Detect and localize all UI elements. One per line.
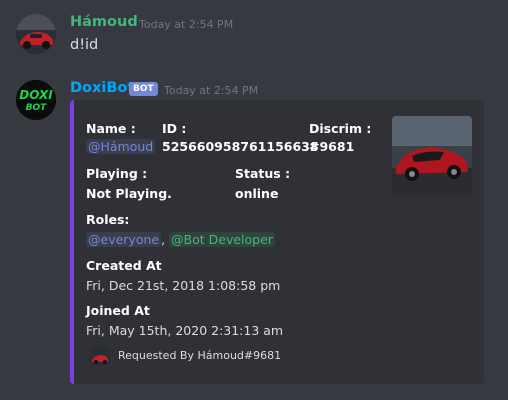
footer-text: Requested By Hámoud#9681	[118, 349, 282, 362]
author-name[interactable]: Hámoud	[70, 14, 138, 30]
playing-label: Playing :	[86, 166, 148, 181]
playing-value: Not Playing.	[86, 186, 172, 201]
red-mustang-car-thumbnail[interactable]	[392, 116, 472, 196]
id-value: 525660958761156638	[162, 139, 319, 154]
discrim-label: Discrim :	[309, 121, 372, 136]
role-everyone[interactable]: @everyone	[86, 232, 162, 247]
status-value: online	[235, 186, 279, 201]
joined-value: Fri, May 15th, 2020 2:31:13 am	[86, 323, 284, 338]
status-label: Status :	[235, 166, 291, 181]
created-label: Created At	[86, 258, 162, 273]
name-value[interactable]: @Hámoud	[86, 139, 156, 154]
red-car-avatar-icon[interactable]	[16, 14, 56, 54]
name-label: Name :	[86, 121, 136, 136]
user-mention[interactable]: @Hámoud	[86, 139, 156, 154]
joined-label: Joined At	[86, 303, 150, 318]
doxi-bot-logo-icon[interactable]: DOXI BOT	[16, 80, 56, 120]
id-label: ID :	[162, 121, 187, 136]
message-timestamp: Today at 2:54 PM	[164, 84, 259, 97]
role-bot-developer[interactable]: @Bot Developer	[169, 232, 275, 247]
avatar-text-top: DOXI	[19, 88, 53, 102]
created-value: Fri, Dec 21st, 2018 1:08:58 pm	[86, 278, 281, 293]
message-timestamp: Today at 2:54 PM	[139, 18, 234, 31]
roles-label: Roles:	[86, 212, 130, 227]
user-info-embed: Name : @Hámoud ID : 525660958761156638 D…	[70, 100, 484, 384]
author-name[interactable]: DoxiBot	[70, 80, 134, 96]
discrim-value: #9681	[309, 139, 355, 154]
roles-separator: ,	[161, 232, 166, 247]
bot-tag: BOT	[129, 82, 158, 96]
footer-avatar-icon	[90, 346, 110, 366]
avatar-text-bottom: BOT	[26, 103, 48, 113]
roles-list: @everyone, @Bot Developer	[86, 232, 275, 247]
message-content: d!id	[70, 37, 99, 53]
